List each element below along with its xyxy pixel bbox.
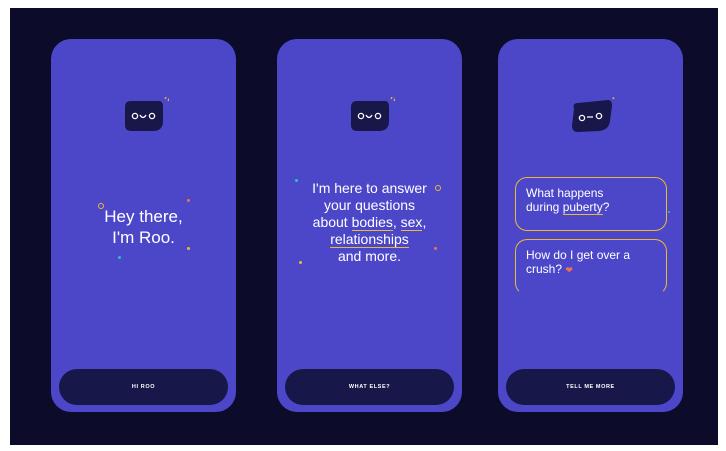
topic-link-puberty: puberty: [562, 200, 603, 215]
sparkle-decoration: [187, 199, 190, 202]
headline-line-4: relationships: [277, 231, 462, 248]
sparkle-decoration: [98, 203, 104, 209]
sparkle-decoration: [118, 256, 121, 259]
app-showcase: Hey there, I'm Roo. HI ROO I'm here to a…: [10, 8, 718, 445]
tell-me-more-button[interactable]: TELL ME MORE: [506, 369, 675, 405]
question-bubble-crush[interactable]: How do I get over a crush? ❤: [515, 239, 667, 295]
onboarding-screen-2: I'm here to answer your questions about …: [277, 39, 462, 412]
headline-line-2: I'm Roo.: [112, 228, 175, 247]
sparkle-decoration: [434, 247, 437, 250]
sparkle-decoration: [668, 211, 670, 213]
headline-line-1: Hey there,: [104, 207, 183, 226]
onboarding-screen-3: ? What happens during puberty? How do I …: [498, 39, 683, 412]
sparkle-decoration: [299, 261, 302, 264]
bubble-line-2: during puberty?: [526, 200, 610, 215]
topic-link-sex: sex: [400, 214, 423, 231]
sparkle-decoration: [187, 247, 190, 250]
bubble-text: How do I get over a crush?: [526, 248, 631, 276]
roo-mascot-icon: [345, 97, 395, 135]
roo-mascot-icon: ?: [566, 97, 616, 135]
what-else-button[interactable]: WHAT ELSE?: [285, 369, 454, 405]
topic-link-relationships: relationships: [330, 231, 409, 248]
hi-roo-button[interactable]: HI ROO: [59, 369, 228, 405]
intro-headline: I'm here to answer your questions about …: [277, 180, 462, 265]
heart-icon: ❤: [565, 265, 573, 275]
sparkle-decoration: [435, 185, 441, 191]
headline-line-5: and more.: [337, 248, 402, 264]
roo-mascot-icon: [119, 97, 169, 135]
bubble-line-1: What happens: [526, 186, 604, 200]
topic-link-bodies: bodies: [351, 214, 393, 231]
headline-line-3: about bodies, sex,: [312, 214, 427, 231]
headline-line-2: your questions: [323, 197, 416, 213]
greeting-headline: Hey there, I'm Roo.: [51, 206, 236, 248]
sparkle-decoration: [295, 179, 298, 182]
svg-text:?: ?: [610, 97, 616, 102]
onboarding-screen-1: Hey there, I'm Roo. HI ROO: [51, 39, 236, 412]
question-bubble-puberty[interactable]: What happens during puberty?: [515, 177, 667, 231]
